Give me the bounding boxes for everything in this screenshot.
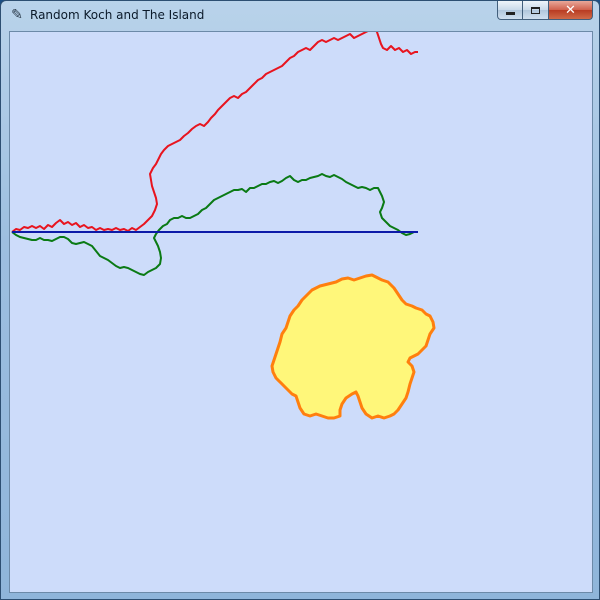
maximize-button[interactable] — [523, 1, 549, 20]
app-window: ✎ Random Koch and The Island ✕ — [0, 0, 600, 600]
title-bar[interactable]: ✎ Random Koch and The Island ✕ — [1, 1, 599, 31]
drawing-area[interactable] — [9, 31, 593, 593]
minimize-icon — [505, 11, 515, 15]
minimize-button[interactable] — [497, 1, 523, 20]
caption-buttons: ✕ — [497, 1, 593, 21]
maximize-icon — [531, 6, 540, 14]
feather-icon[interactable]: ✎ — [9, 7, 25, 23]
window-title: Random Koch and The Island — [30, 8, 205, 22]
island-shape — [270, 273, 436, 420]
drawing-canvas — [11, 32, 436, 420]
red-koch-curve — [11, 32, 418, 233]
close-button[interactable]: ✕ — [549, 1, 593, 20]
close-icon: ✕ — [565, 2, 576, 18]
